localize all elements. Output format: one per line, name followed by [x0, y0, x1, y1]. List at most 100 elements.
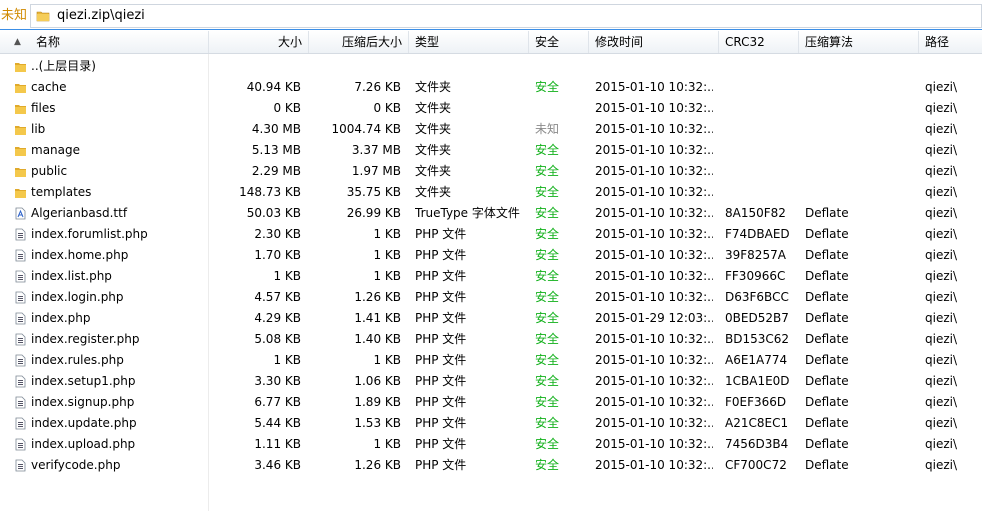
- row-modified: 2015-01-10 10:32:...: [595, 269, 713, 283]
- row-name: cache: [31, 80, 67, 94]
- row-path: qiezi\: [925, 311, 958, 325]
- row-compressed-size: 1 KB: [373, 269, 401, 283]
- table-row[interactable]: index.rules.php 1 KB 1 KB PHP 文件 安全 2015-01-1…: [0, 350, 982, 371]
- row-size: 3.46 KB: [254, 458, 301, 472]
- folder-icon: [15, 63, 26, 72]
- row-compressed-size: 1.06 KB: [354, 374, 401, 388]
- table-row[interactable]: lib 4.30 MB 1004.74 KB 文件夹 未知 2015-01-10 10:3…: [0, 119, 982, 140]
- row-path: qiezi\: [925, 374, 958, 388]
- php-file-icon: [15, 417, 26, 430]
- table-row[interactable]: index.list.php 1 KB 1 KB PHP 文件 安全 2015-01-10…: [0, 266, 982, 287]
- row-crc: [725, 182, 799, 203]
- php-file-icon: [15, 333, 26, 346]
- header-size[interactable]: 大小: [209, 31, 309, 53]
- row-crc: F0EF366D: [725, 395, 787, 409]
- row-name: index.php: [31, 311, 91, 325]
- php-file-icon: [15, 228, 26, 241]
- row-size: [210, 56, 301, 77]
- row-method: Deflate: [805, 458, 849, 472]
- header-name[interactable]: ▲ 名称: [0, 31, 209, 53]
- table-row[interactable]: index.update.php 5.44 KB 1.53 KB PHP 文件 安全 20…: [0, 413, 982, 434]
- table-row[interactable]: cache 40.94 KB 7.26 KB 文件夹 安全 2015-01-10 10:3…: [0, 77, 982, 98]
- row-modified: 2015-01-10 10:32:...: [595, 416, 713, 430]
- row-crc: [725, 119, 799, 140]
- table-row[interactable]: public 2.29 MB 1.97 MB 文件夹 安全 2015-01-10 10:3…: [0, 161, 982, 182]
- row-method: [805, 119, 915, 140]
- address-bar: 未知 qiezi.zip\qiezi: [0, 0, 982, 30]
- row-compressed-size: 1004.74 KB: [331, 122, 401, 136]
- row-size: 5.08 KB: [254, 332, 301, 346]
- row-modified: 2015-01-10 10:32:...: [595, 143, 713, 157]
- row-method: Deflate: [805, 332, 849, 346]
- row-path: qiezi\: [925, 332, 958, 346]
- row-name: index.update.php: [31, 416, 137, 430]
- row-path: qiezi\: [925, 101, 958, 115]
- table-row[interactable]: index.signup.php 6.77 KB 1.89 KB PHP 文件 安全 20…: [0, 392, 982, 413]
- row-compressed-size: 1.89 KB: [354, 395, 401, 409]
- row-modified: 2015-01-29 12:03:...: [595, 311, 713, 325]
- php-file-icon: [15, 312, 26, 325]
- row-type: PHP 文件: [415, 437, 467, 451]
- row-compressed-size: 1 KB: [373, 437, 401, 451]
- table-row[interactable]: index.php 4.29 KB 1.41 KB PHP 文件 安全 2015-01-2…: [0, 308, 982, 329]
- header-type[interactable]: 类型: [409, 31, 529, 53]
- header-crc[interactable]: CRC32: [719, 31, 799, 53]
- path-input[interactable]: qiezi.zip\qiezi: [30, 4, 982, 28]
- table-row[interactable]: index.login.php 4.57 KB 1.26 KB PHP 文件 安全 201…: [0, 287, 982, 308]
- row-type: PHP 文件: [415, 311, 467, 325]
- header-safety[interactable]: 安全: [529, 31, 589, 53]
- row-name: index.upload.php: [31, 437, 136, 451]
- file-list[interactable]: ▲ 名称 大小 压缩后大小 类型 安全 修改时间 CRC32 压缩算法 路径 .…: [0, 31, 982, 511]
- row-crc: [725, 140, 799, 161]
- parent-directory-row[interactable]: ..(上层目录): [0, 56, 982, 77]
- row-modified: 2015-01-10 10:32:...: [595, 437, 713, 451]
- table-row[interactable]: index.forumlist.php 2.30 KB 1 KB PHP 文件 安全 20…: [0, 224, 982, 245]
- row-compressed-size: 1 KB: [373, 248, 401, 262]
- row-name: index.list.php: [31, 269, 112, 283]
- row-type: PHP 文件: [415, 332, 467, 346]
- table-row[interactable]: index.upload.php 1.11 KB 1 KB PHP 文件 安全 2015-…: [0, 434, 982, 455]
- table-row[interactable]: templates 148.73 KB 35.75 KB 文件夹 安全 2015-01-1…: [0, 182, 982, 203]
- php-file-icon: [15, 375, 26, 388]
- table-row[interactable]: index.register.php 5.08 KB 1.40 KB PHP 文件 安全…: [0, 329, 982, 350]
- row-safety: 安全: [535, 80, 560, 94]
- header-modified[interactable]: 修改时间: [589, 31, 719, 53]
- row-path: qiezi\: [925, 395, 958, 409]
- row-size: 1 KB: [273, 269, 301, 283]
- header-path[interactable]: 路径: [919, 31, 982, 53]
- row-modified: 2015-01-10 10:32:...: [595, 332, 713, 346]
- row-compressed-size: 0 KB: [373, 101, 401, 115]
- row-name: Algerianbasd.ttf: [31, 206, 128, 220]
- row-name: index.rules.php: [31, 353, 124, 367]
- row-modified: 2015-01-10 10:32:...: [595, 80, 713, 94]
- row-name: templates: [31, 185, 92, 199]
- table-row[interactable]: verifycode.php 3.46 KB 1.26 KB PHP 文件 安全 2015…: [0, 455, 982, 476]
- row-crc: BD153C62: [725, 332, 790, 346]
- safety-unknown-button[interactable]: 未知: [0, 7, 27, 25]
- row-crc: 1CBA1E0D: [725, 374, 790, 388]
- row-name: index.setup1.php: [31, 374, 136, 388]
- header-method[interactable]: 压缩算法: [799, 31, 919, 53]
- row-path: qiezi\: [925, 227, 958, 241]
- row-type: 文件夹: [415, 80, 452, 94]
- row-safety: 安全: [535, 458, 560, 472]
- table-row[interactable]: index.home.php 1.70 KB 1 KB PHP 文件 安全 2015-01…: [0, 245, 982, 266]
- row-method: Deflate: [805, 290, 849, 304]
- row-path: [925, 56, 982, 77]
- header-compressed-size[interactable]: 压缩后大小: [309, 31, 409, 53]
- row-safety: 安全: [535, 416, 560, 430]
- row-modified: 2015-01-10 10:32:...: [595, 164, 713, 178]
- row-safety: 安全: [535, 395, 560, 409]
- row-compressed-size: 26.99 KB: [346, 206, 401, 220]
- folder-icon: [15, 126, 26, 135]
- row-modified: 2015-01-10 10:32:...: [595, 353, 713, 367]
- table-row[interactable]: index.setup1.php 3.30 KB 1.06 KB PHP 文件 安全 20…: [0, 371, 982, 392]
- row-type: PHP 文件: [415, 458, 467, 472]
- table-row[interactable]: files 0 KB 0 KB 文件夹 2015-01-10 10:32:... qiez…: [0, 98, 982, 119]
- row-modified: 2015-01-10 10:32:...: [595, 395, 713, 409]
- table-row[interactable]: manage 5.13 MB 3.37 MB 文件夹 安全 2015-01-10 10:3…: [0, 140, 982, 161]
- row-compressed-size: [310, 56, 401, 77]
- row-type: PHP 文件: [415, 290, 467, 304]
- path-text: qiezi.zip\qiezi: [57, 8, 145, 23]
- table-row[interactable]: Algerianbasd.ttf 50.03 KB 26.99 KB TrueType…: [0, 203, 982, 224]
